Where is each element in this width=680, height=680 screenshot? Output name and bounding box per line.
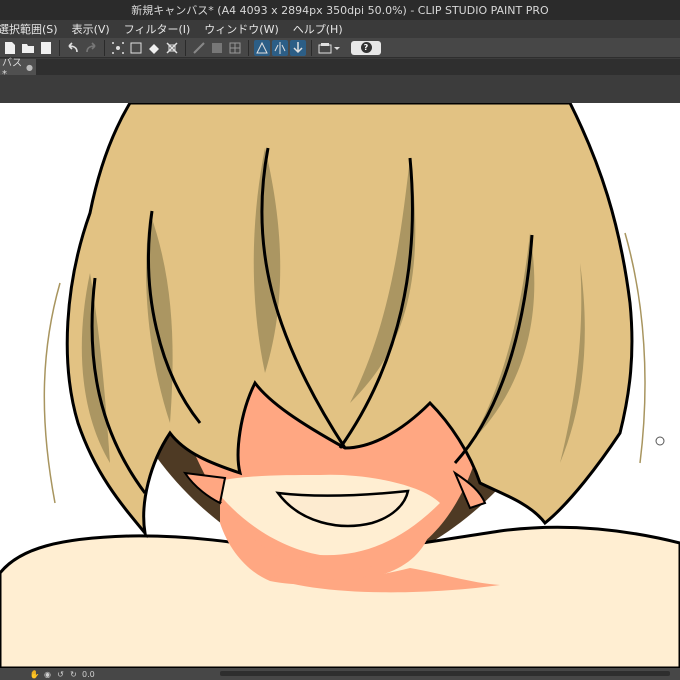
save-icon[interactable] bbox=[38, 40, 54, 56]
hand-icon[interactable]: ✋ bbox=[30, 670, 40, 679]
brush-cursor bbox=[655, 436, 665, 446]
zoom-icon[interactable]: ◉ bbox=[43, 670, 52, 679]
horizontal-scrollbar[interactable] bbox=[220, 671, 670, 676]
settings-icon[interactable] bbox=[317, 40, 341, 56]
stray-strand-left bbox=[43, 282, 61, 504]
transform-icon[interactable] bbox=[110, 40, 126, 56]
document-tab-bar: バス* ● bbox=[0, 58, 680, 80]
toolbar-divider bbox=[311, 39, 312, 56]
drawing-canvas[interactable] bbox=[0, 103, 680, 668]
undo-icon[interactable] bbox=[65, 40, 81, 56]
menu-filter[interactable]: フィルター(I) bbox=[117, 21, 198, 37]
illustration bbox=[0, 103, 680, 668]
menu-window[interactable]: ウィンドウ(W) bbox=[197, 21, 285, 37]
toolbar-divider bbox=[59, 39, 60, 56]
status-bar: ✋ ◉ ↺ ↻ 0.0 bbox=[0, 668, 680, 680]
menu-help[interactable]: ヘルプ(H) bbox=[286, 21, 350, 37]
rotate-left-icon[interactable]: ↺ bbox=[56, 670, 65, 679]
menu-bar: 選択範囲(S) 表示(V) フィルター(I) ウィンドウ(W) ヘルプ(H) bbox=[0, 20, 680, 38]
symmetry-icon[interactable] bbox=[272, 39, 288, 56]
redo-icon[interactable] bbox=[83, 40, 99, 56]
help-icon: ? bbox=[360, 42, 372, 53]
document-tab[interactable]: バス* ● bbox=[0, 58, 36, 80]
snap-icon[interactable] bbox=[209, 40, 225, 56]
zoom-value: 0.0 bbox=[82, 669, 95, 679]
canvas-frame-top bbox=[0, 75, 680, 103]
grid-icon[interactable] bbox=[227, 40, 243, 56]
command-toolbar: ? bbox=[0, 38, 680, 58]
fill-icon[interactable] bbox=[146, 40, 162, 56]
menu-view[interactable]: 表示(V) bbox=[65, 21, 117, 37]
rotate-right-icon[interactable]: ↻ bbox=[69, 670, 78, 679]
select-icon[interactable] bbox=[164, 40, 180, 56]
close-tab-icon[interactable]: ● bbox=[26, 63, 33, 72]
toolbar-divider bbox=[104, 39, 105, 56]
perspective-icon[interactable] bbox=[254, 39, 270, 56]
toolbar-divider bbox=[185, 39, 186, 56]
crop-icon[interactable] bbox=[128, 40, 144, 56]
guide-icon[interactable] bbox=[290, 39, 306, 56]
toolbar-divider bbox=[248, 39, 249, 56]
ruler-icon[interactable] bbox=[191, 40, 207, 56]
menu-selection[interactable]: 選択範囲(S) bbox=[0, 21, 65, 37]
title-bar: 新規キャンバス* (A4 4093 x 2894px 350dpi 50.0%)… bbox=[0, 0, 680, 20]
help-button[interactable]: ? bbox=[351, 40, 381, 55]
window-title: 新規キャンバス* (A4 4093 x 2894px 350dpi 50.0%)… bbox=[131, 4, 549, 17]
